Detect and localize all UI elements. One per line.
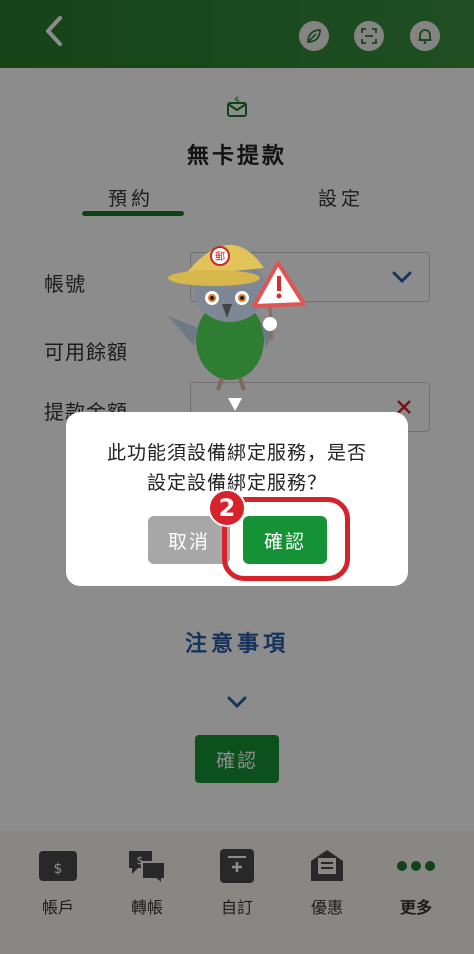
svg-text:郵: 郵	[215, 251, 225, 263]
step-number-badge: 2	[208, 489, 246, 527]
pigeon-mascot-illustration: 郵	[168, 244, 306, 411]
dialog-message: 此功能須設備綁定服務，是否 設定設備綁定服務？	[66, 438, 408, 498]
dialog-message-line1: 此功能須設備綁定服務，是否	[106, 442, 367, 464]
